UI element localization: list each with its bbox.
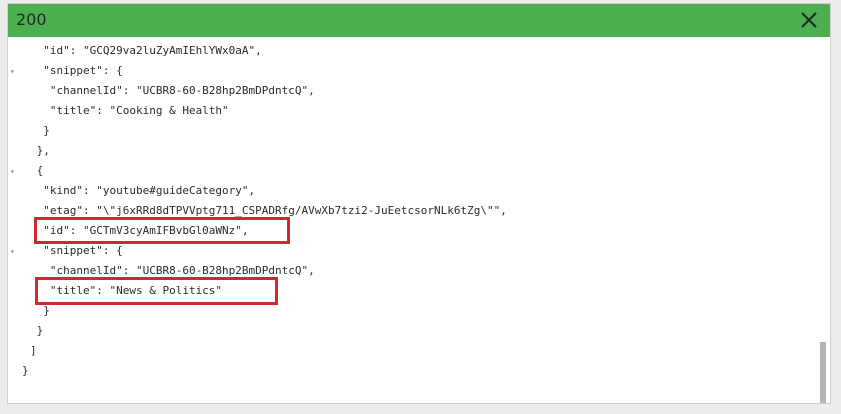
code-line: } (30, 324, 44, 337)
code-line: "snippet": { (30, 244, 123, 257)
code-line: "id": "GCQ29va2luZyAmIEhlYWx0aA", (30, 44, 262, 57)
highlight-title-box (35, 277, 278, 305)
code-line: } (22, 364, 29, 377)
code-line: ] (30, 344, 37, 357)
scrollbar-thumb[interactable] (820, 342, 826, 403)
highlight-id-box (34, 217, 290, 244)
response-panel: 200 ▾ ▾ ▾ "id": "GCQ29va2luZyAmIEhlYWx0a… (7, 3, 831, 404)
panel-header: 200 (8, 4, 830, 37)
close-button[interactable] (798, 9, 820, 31)
vertical-scrollbar[interactable] (816, 37, 830, 403)
code-line: "snippet": { (30, 64, 123, 77)
close-icon (801, 12, 817, 28)
code-line: } (30, 124, 50, 137)
code-line: "channelId": "UCBR8-60-B28hp2BmDPdntcQ", (30, 84, 315, 97)
status-code-title: 200 (16, 10, 47, 29)
code-line: "title": "Cooking & Health" (30, 104, 229, 117)
code-line: }, (30, 144, 50, 157)
code-line: { (30, 164, 44, 177)
code-line: "kind": "youtube#guideCategory", (30, 184, 256, 197)
json-viewer: ▾ ▾ ▾ "id": "GCQ29va2luZyAmIEhlYWx0aA", … (8, 37, 830, 403)
